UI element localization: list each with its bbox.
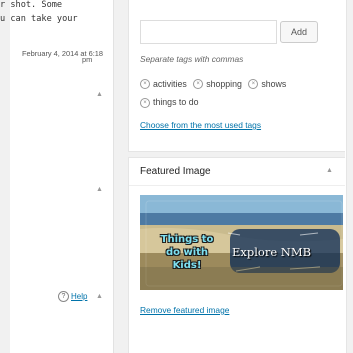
box-separator (128, 151, 345, 158)
image-overlay-text: Explore NMB (232, 245, 312, 259)
choose-most-used-tags-link[interactable]: Choose from the most used tags (140, 120, 261, 130)
featured-image-title: Featured Image (140, 166, 211, 177)
remove-tag-icon[interactable]: × (193, 79, 204, 89)
remove-featured-image-link[interactable]: Remove featured image (140, 305, 229, 315)
tag-item: × things to do (140, 94, 198, 111)
tag-label: things to do (153, 97, 199, 107)
image-overlay-text: Things to do with Kids! (160, 234, 214, 271)
comment-snippet-line: r shot. Some (0, 0, 63, 10)
tag-item: × shopping (193, 76, 242, 93)
comment-snippet-line: u can take your (0, 14, 78, 24)
remove-tag-icon[interactable]: × (248, 79, 259, 89)
add-tag-button[interactable]: Add (280, 21, 318, 43)
tag-input[interactable] (140, 20, 277, 44)
collapse-arrow-icon[interactable]: ▲ (326, 167, 333, 174)
tag-item: × activities (140, 76, 187, 93)
collapse-arrow-icon[interactable]: ▲ (96, 293, 103, 300)
tag-label: activities (153, 78, 187, 89)
tags-hint: Separate tags with commas (140, 54, 244, 64)
help-link[interactable]: ? Help (58, 291, 87, 302)
title-divider (129, 185, 345, 186)
comment-snippet: r shot. Some u can take your (0, 0, 110, 26)
collapse-arrow-icon[interactable]: ▲ (96, 91, 103, 98)
column-divider (113, 0, 114, 353)
tag-item: × shows (248, 76, 286, 93)
collapse-arrow-icon[interactable]: ▲ (96, 186, 103, 193)
featured-image-thumbnail[interactable]: Things to do with Kids! Explore NMB (140, 195, 343, 290)
remove-tag-icon[interactable]: × (140, 79, 150, 89)
tag-label: shows (261, 78, 287, 89)
tag-list: × activities × shopping × shows × things to … (140, 74, 325, 111)
remove-tag-icon[interactable]: × (140, 97, 150, 108)
tag-label: shopping (206, 78, 242, 89)
comment-date-pm: pm (82, 55, 93, 64)
help-label: Help (71, 292, 88, 301)
help-icon: ? (58, 291, 69, 302)
